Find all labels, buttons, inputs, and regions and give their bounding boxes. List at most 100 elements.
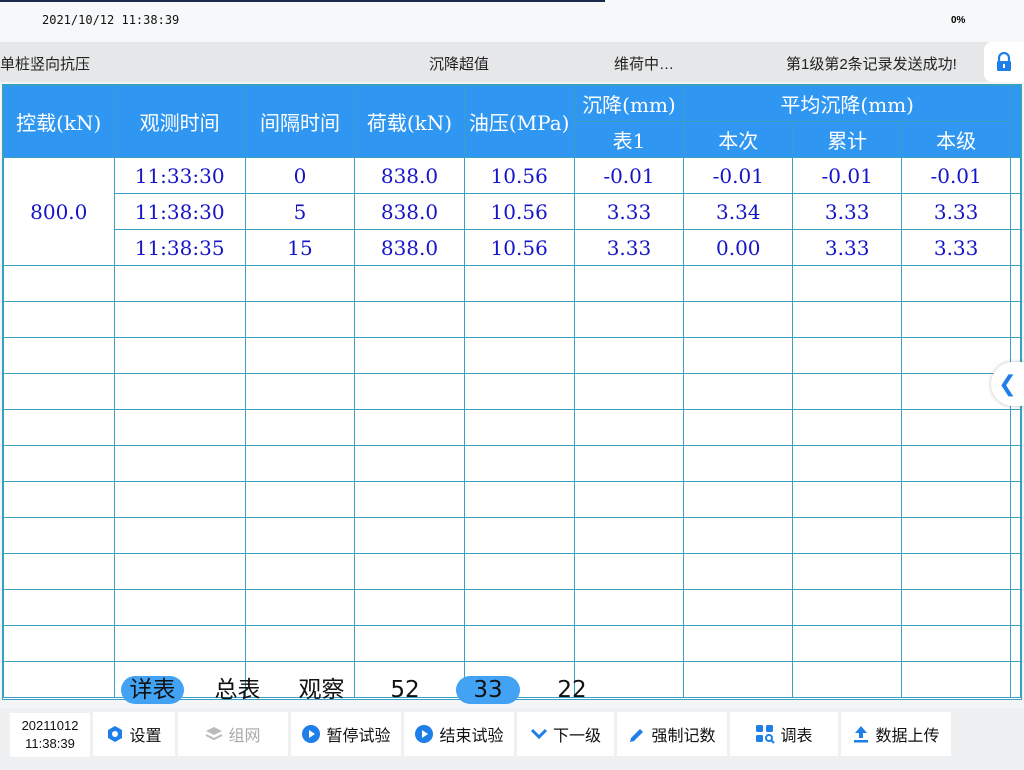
table-row-empty — [3, 481, 1021, 518]
tab-detail[interactable]: 详表 — [121, 676, 184, 704]
tab-33[interactable]: 33 — [456, 676, 520, 704]
cell-empty — [113, 409, 246, 446]
tab-label: 22 — [557, 677, 587, 703]
cell-empty — [683, 589, 794, 626]
cell-empty — [463, 589, 575, 626]
cell-empty — [1010, 589, 1021, 626]
button-label: 数据上传 — [875, 728, 940, 745]
cell-empty — [463, 301, 575, 338]
cell-empty — [463, 553, 575, 590]
header-oil-pressure: 油压(MPa) — [463, 85, 575, 158]
chevron-down-icon — [530, 727, 548, 741]
cell-time: 11:38:30 — [113, 193, 246, 230]
battery-level: 0% — [951, 15, 966, 26]
cell-empty — [244, 301, 356, 338]
network-button[interactable]: 组网 — [178, 712, 288, 756]
header-control-load: 控载(kN) — [3, 85, 115, 158]
table-row-empty — [3, 301, 1021, 338]
cell-empty — [792, 337, 903, 374]
cell-empty — [354, 265, 465, 302]
view-tabs: 详表 总表 观察 52 33 22 — [0, 676, 1000, 706]
next-level-button[interactable]: 下一级 — [517, 712, 614, 756]
cell-empty — [792, 373, 903, 410]
clock-time: 11:38:39 — [25, 736, 75, 751]
force-record-button[interactable]: 强制记数 — [617, 712, 727, 756]
cell-filler — [1010, 193, 1021, 230]
cell-empty — [573, 337, 685, 374]
cell-empty — [354, 409, 465, 446]
test-mode-label: 单桩竖向抗压 — [0, 56, 91, 73]
cell-empty — [901, 301, 1012, 338]
cell-empty — [792, 625, 903, 662]
end-test-button[interactable]: 结束试验 — [404, 712, 514, 756]
cell-empty — [683, 553, 794, 590]
cell-empty — [113, 445, 246, 482]
cell-empty — [683, 337, 794, 374]
cell-empty — [1010, 553, 1021, 590]
play-circle-icon — [301, 724, 321, 744]
cell-empty — [901, 553, 1012, 590]
tab-summary[interactable]: 总表 — [206, 676, 269, 704]
cell-level: -0.01 — [901, 157, 1012, 194]
cell-empty — [463, 409, 575, 446]
cell-empty — [573, 481, 685, 518]
tab-label: 33 — [473, 677, 503, 703]
header-interval: 间隔时间 — [244, 85, 356, 158]
table-row[interactable]: 11:38:35 15 838.0 10.56 3.33 0.00 3.33 3… — [4, 229, 1021, 266]
cell-cum: 3.33 — [792, 193, 903, 230]
adjust-gauge-button[interactable]: 调表 — [730, 712, 838, 756]
cell-level: 3.33 — [901, 229, 1012, 266]
cell-empty — [901, 625, 1012, 662]
cell-oil: 10.56 — [463, 229, 575, 266]
cell-empty — [901, 445, 1012, 482]
cell-empty — [244, 481, 356, 518]
pause-test-button[interactable]: 暂停试验 — [291, 712, 401, 756]
cell-empty — [1010, 301, 1021, 338]
cell-empty — [354, 373, 465, 410]
cell-empty — [354, 625, 465, 662]
cell-empty — [573, 517, 685, 554]
table-row[interactable]: 800.0 11:33:30 0 838.0 10.56 -0.01 -0.01… — [3, 157, 1021, 266]
cell-empty — [792, 445, 903, 482]
cell-empty — [901, 409, 1012, 446]
cell-empty — [463, 517, 575, 554]
tab-observe[interactable]: 观察 — [290, 676, 353, 704]
cell-empty — [792, 409, 903, 446]
pencil-icon — [628, 725, 646, 743]
cell-empty — [683, 445, 794, 482]
lock-button[interactable] — [984, 42, 1024, 82]
cell-empty — [3, 553, 115, 590]
cell-empty — [792, 553, 903, 590]
cell-empty — [244, 445, 356, 482]
header-cumulative: 累计 — [792, 121, 903, 158]
tab-52[interactable]: 52 — [375, 676, 435, 704]
progress-line — [0, 0, 605, 2]
cell-empty — [354, 445, 465, 482]
cell-empty — [901, 481, 1012, 518]
state-label: 维荷中… — [614, 56, 675, 73]
cell-empty — [901, 337, 1012, 374]
cell-empty — [683, 517, 794, 554]
cell-cum: -0.01 — [792, 157, 903, 194]
table-row-empty — [3, 265, 1021, 302]
table-row-empty — [3, 517, 1021, 554]
tab-22[interactable]: 22 — [542, 676, 602, 704]
chevron-left-icon: ❮ — [998, 371, 1017, 396]
cell-empty — [3, 445, 115, 482]
upload-data-button[interactable]: 数据上传 — [841, 712, 951, 756]
cell-empty — [113, 301, 246, 338]
cell-cum: 3.33 — [792, 229, 903, 266]
table-row[interactable]: 11:38:30 5 838.0 10.56 3.33 3.34 3.33 3.… — [4, 193, 1021, 230]
tab-label: 观察 — [298, 677, 345, 703]
tab-label: 详表 — [129, 677, 176, 703]
cell-empty — [244, 265, 356, 302]
cell-empty — [573, 301, 685, 338]
message-label: 第1级第2条记录发送成功! — [786, 56, 957, 73]
header-obs-time: 观测时间 — [113, 85, 246, 158]
cell-empty — [683, 625, 794, 662]
cell-empty — [1010, 445, 1021, 482]
cell-this: -0.01 — [683, 157, 794, 194]
cell-empty — [244, 589, 356, 626]
settings-button[interactable]: 设置 — [93, 712, 175, 756]
cell-empty — [463, 265, 575, 302]
